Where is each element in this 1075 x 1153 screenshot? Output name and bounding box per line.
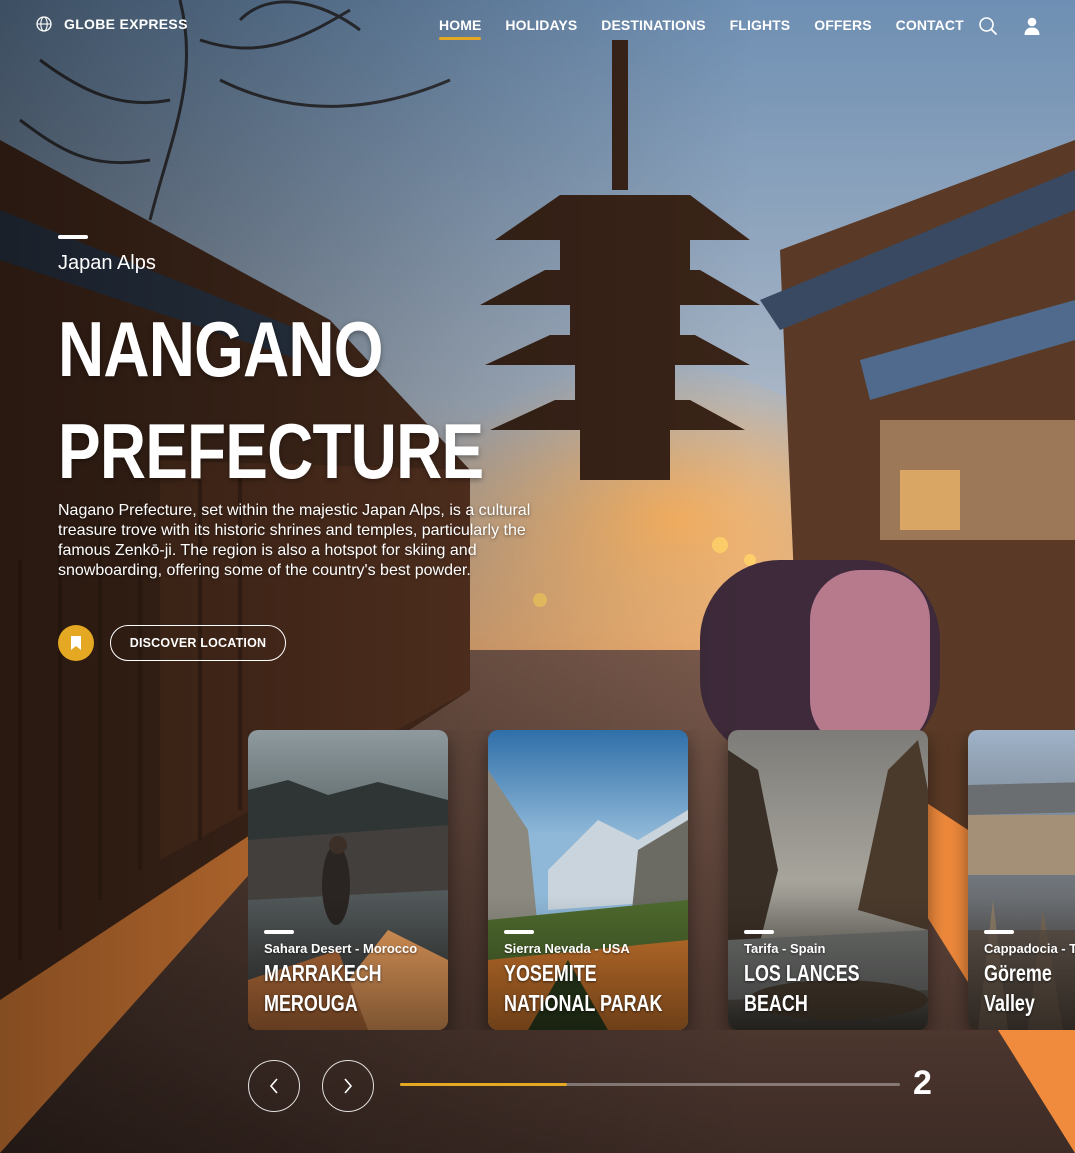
chevron-left-icon <box>269 1078 278 1094</box>
card-title: MARRAKECH MEROUGA <box>264 958 382 1018</box>
card-title-line2: MEROUGA <box>264 990 358 1016</box>
card-subtitle: Tarifa - Spain <box>744 941 826 956</box>
bookmark-button[interactable] <box>58 625 94 661</box>
destination-card[interactable]: Sahara Desert - Morocco MARRAKECH MEROUG… <box>248 730 448 1030</box>
slider-progress-fill <box>400 1083 567 1086</box>
bookmark-icon <box>71 636 81 650</box>
card-title-line1: LOS LANCES <box>744 960 860 986</box>
top-navbar: GLOBE EXPRESS HOME HOLIDAYS DESTINATIONS… <box>0 0 1075 52</box>
nav-home[interactable]: HOME <box>439 17 482 40</box>
card-title-line1: YOSEMITE <box>504 960 597 986</box>
card-title: LOS LANCES BEACH <box>744 958 860 1018</box>
card-dash <box>264 930 294 934</box>
hero-title: NANGANO PREFECTURE <box>58 298 484 502</box>
card-dash <box>744 930 774 934</box>
destination-card[interactable]: Cappadocia - Turkey Göreme Valley <box>968 730 1075 1030</box>
card-subtitle: Cappadocia - Turkey <box>984 941 1075 956</box>
card-dash <box>984 930 1014 934</box>
brand-name: GLOBE EXPRESS <box>64 16 188 32</box>
chevron-right-icon <box>344 1078 353 1094</box>
hero-title-line2: PREFECTURE <box>58 407 484 495</box>
card-subtitle: Sahara Desert - Morocco <box>264 941 418 956</box>
destination-card[interactable]: Sierra Nevada - USA YOSEMITE NATIONAL PA… <box>488 730 688 1030</box>
main-menu: HOME HOLIDAYS DESTINATIONS FLIGHTS OFFER… <box>439 17 988 40</box>
card-title-line2: BEACH <box>744 990 808 1016</box>
nav-contact[interactable]: CONTACT <box>896 17 964 39</box>
card-title-line1: Göreme <box>984 960 1052 986</box>
slider-progress-track <box>400 1083 900 1086</box>
search-icon[interactable] <box>978 16 998 36</box>
next-slide-button[interactable] <box>322 1060 374 1112</box>
nav-holidays[interactable]: HOLIDAYS <box>505 17 577 39</box>
slide-number: 2 <box>913 1064 932 1102</box>
card-dash <box>504 930 534 934</box>
user-icon[interactable] <box>1022 16 1042 36</box>
region-dash <box>58 235 88 239</box>
destination-card[interactable]: Tarifa - Spain LOS LANCES BEACH <box>728 730 928 1030</box>
card-title: Göreme Valley <box>984 958 1052 1018</box>
brand-logo[interactable]: GLOBE EXPRESS <box>36 16 188 32</box>
globe-icon <box>36 16 52 32</box>
discover-location-button[interactable]: DISCOVER LOCATION <box>110 625 286 661</box>
card-title-line2: NATIONAL PARAK <box>504 990 663 1016</box>
nav-offers[interactable]: OFFERS <box>814 17 871 39</box>
destination-carousel: Sahara Desert - Morocco MARRAKECH MEROUG… <box>248 730 1075 1030</box>
hero-description: Nagano Prefecture, set within the majest… <box>58 502 531 579</box>
card-title: YOSEMITE NATIONAL PARAK <box>504 958 662 1018</box>
nav-flights[interactable]: FLIGHTS <box>730 17 791 39</box>
hero-region: Japan Alps <box>58 252 156 274</box>
card-title-line2: Valley <box>984 990 1035 1016</box>
card-title-line1: MARRAKECH <box>264 960 382 986</box>
hero-title-line1: NANGANO <box>58 305 384 393</box>
card-subtitle: Sierra Nevada - USA <box>504 941 630 956</box>
prev-slide-button[interactable] <box>248 1060 300 1112</box>
nav-destinations[interactable]: DESTINATIONS <box>601 17 705 39</box>
